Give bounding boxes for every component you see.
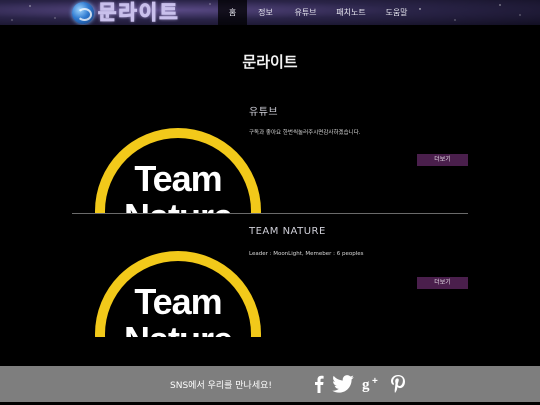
section-description: Leader : MoonLight, Memeber : 6 peoples <box>249 251 364 257</box>
logo-word-team: Team <box>134 281 222 322</box>
nav-help[interactable]: 도움말 <box>375 0 418 25</box>
footer-sns-text: SNS에서 우리를 만나세요! <box>170 381 273 391</box>
team-nature-logo-image: Team Nature <box>95 251 261 337</box>
site-logo[interactable]: 문라이트 <box>72 0 180 24</box>
facebook-icon[interactable] <box>311 373 327 395</box>
site-header: 문라이트 홈 정보 유튜브 패치노트 도움말 <box>0 0 540 25</box>
svg-text:+: + <box>372 376 378 387</box>
svg-text:g: g <box>362 377 370 393</box>
twitter-icon[interactable] <box>331 373 355 395</box>
section-title: TEAM NATURE <box>249 226 326 237</box>
logo-word-team: Team <box>134 158 222 199</box>
team-nature-logo-image: Team Nature <box>95 128 261 213</box>
more-button[interactable]: 더보기 <box>417 154 468 166</box>
section-title: 유튜브 <box>249 107 279 118</box>
nav-patch-notes[interactable]: 패치노트 <box>327 0 375 25</box>
logo-text: 문라이트 <box>98 0 180 24</box>
logo-word-nature: Nature <box>95 319 261 337</box>
main-nav: 홈 정보 유튜브 패치노트 도움말 <box>218 0 418 25</box>
page-title: 문라이트 <box>242 53 298 71</box>
team-nature-section: Team Nature TEAM NATURE Leader : MoonLig… <box>72 215 468 337</box>
logo-word-nature: Nature <box>95 196 261 213</box>
more-button[interactable]: 더보기 <box>417 277 468 289</box>
nav-info[interactable]: 정보 <box>247 0 284 25</box>
site-footer: SNS에서 우리를 만나세요! g + <box>0 366 540 402</box>
nav-youtube[interactable]: 유튜브 <box>284 0 327 25</box>
globe-icon <box>72 1 94 24</box>
nav-home[interactable]: 홈 <box>218 0 247 25</box>
section-description: 구독과 좋아요 한번씩눌러주시면감사하겠습니다. <box>249 130 361 136</box>
pinterest-icon[interactable] <box>389 373 407 395</box>
google-plus-icon[interactable]: g + <box>361 373 383 395</box>
youtube-section: Team Nature 유튜브 구독과 좋아요 한번씩눌러주시면감사하겠습니다.… <box>72 92 468 214</box>
